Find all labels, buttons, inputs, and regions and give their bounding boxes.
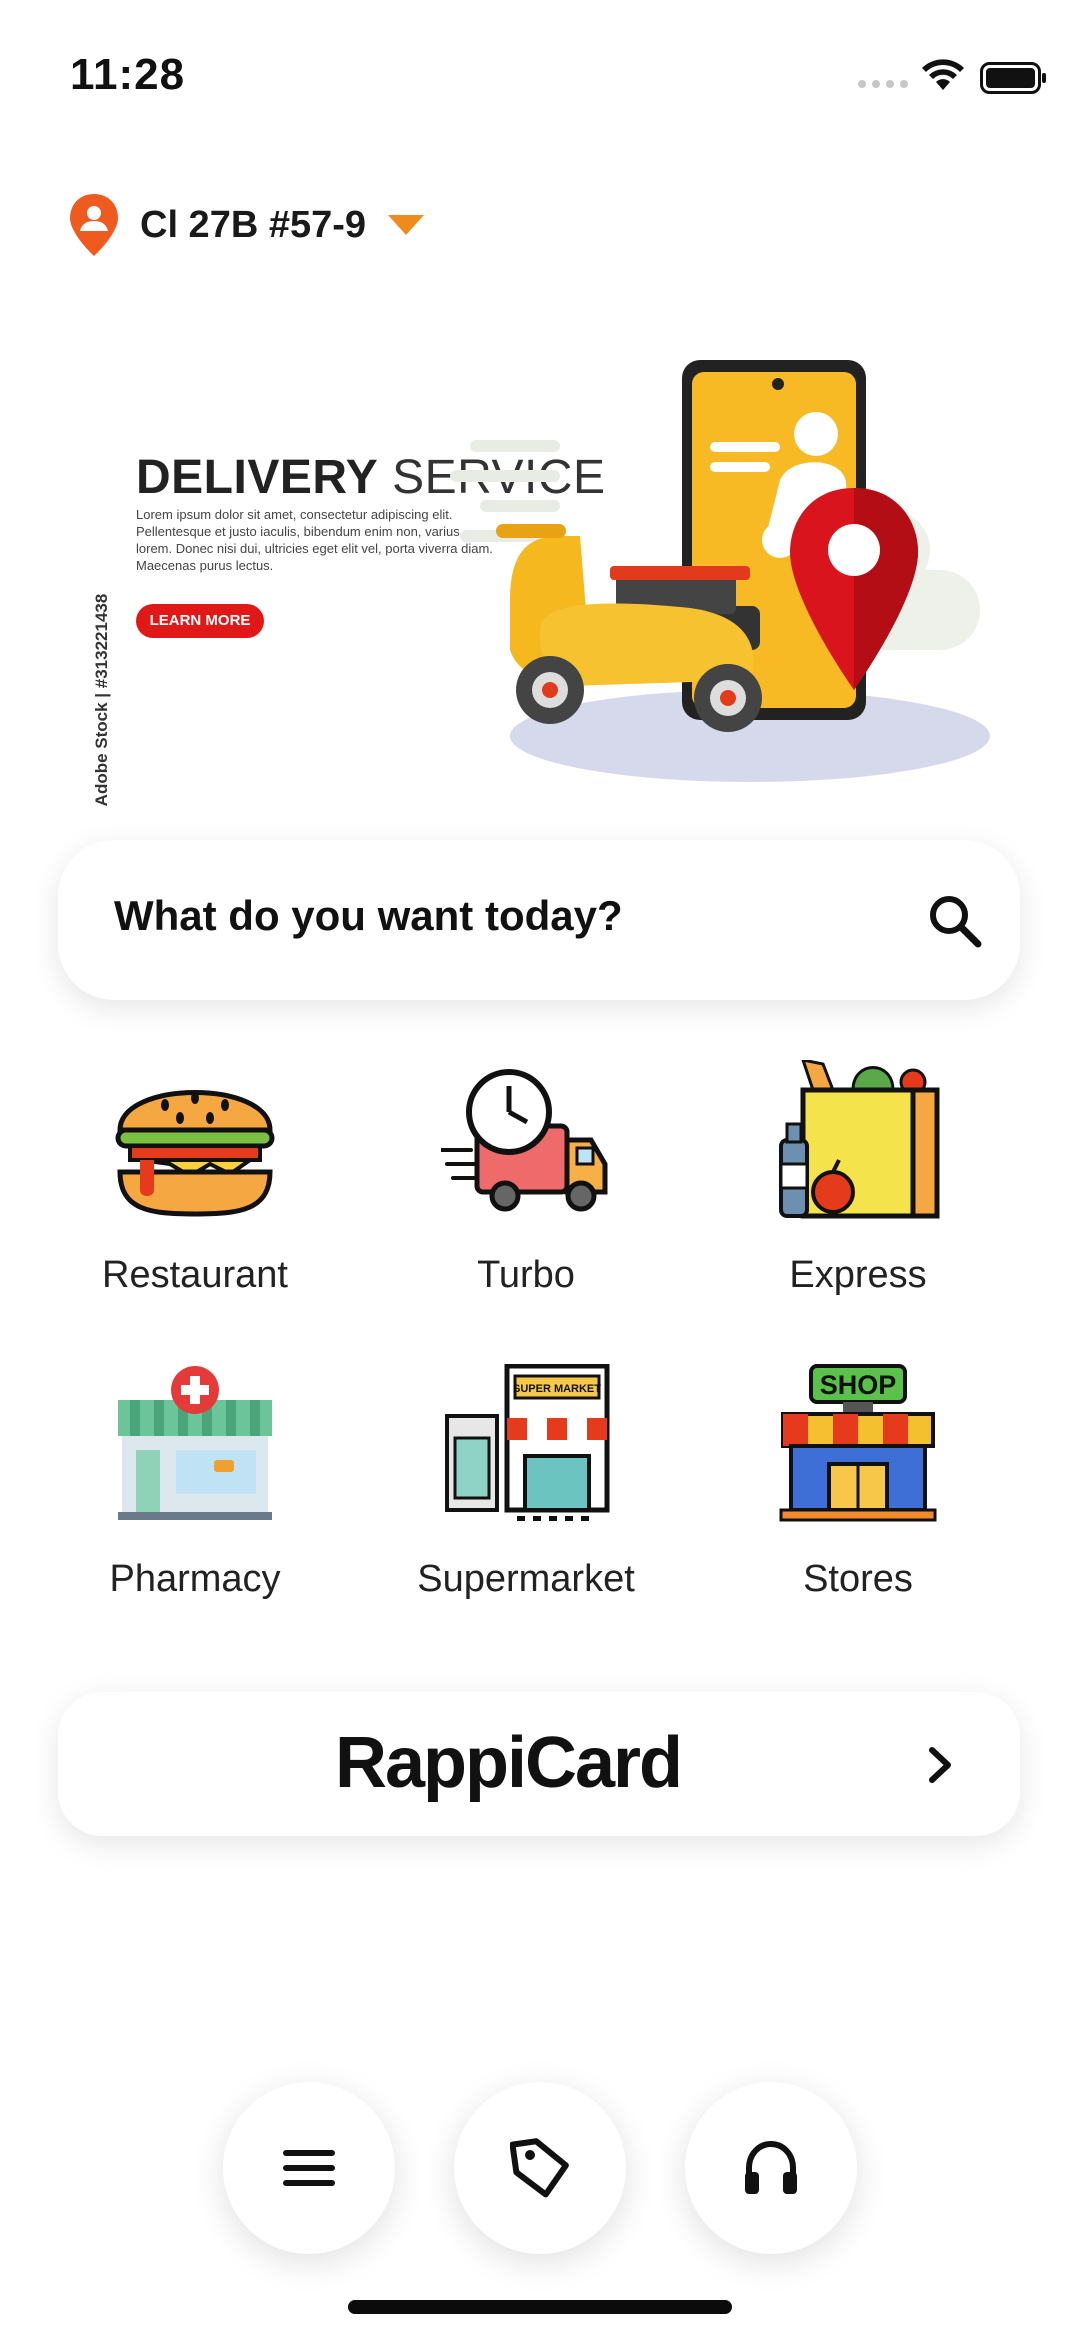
wifi-icon: [922, 59, 964, 90]
location-selector[interactable]: Cl 27B #57-9: [68, 192, 425, 258]
promo-banner[interactable]: DELIVERY SERVICE Lorem ipsum dolor sit a…: [40, 270, 1040, 830]
tag-icon: [510, 2138, 569, 2198]
location-address: Cl 27B #57-9: [140, 203, 367, 246]
delivery-scooter-illustration: [450, 360, 990, 782]
grocery-bag-icon: [779, 1060, 940, 1219]
home-indicator[interactable]: [348, 2300, 732, 2314]
promotions-button[interactable]: [454, 2082, 626, 2254]
category-label: Supermarket: [417, 1558, 635, 1600]
category-turbo[interactable]: Turbo: [376, 1060, 676, 1297]
pharmacy-store-icon: [118, 1366, 272, 1520]
category-restaurant[interactable]: Restaurant: [45, 1060, 345, 1297]
shop-icon: SHOP: [779, 1364, 937, 1522]
rappicard-label: RappiCard: [334, 1723, 683, 1803]
search-input[interactable]: What do you want today?: [114, 892, 623, 940]
category-label: Pharmacy: [109, 1558, 281, 1600]
category-stores[interactable]: SHOP Stores: [708, 1364, 1008, 1601]
status-time: 11:28: [70, 50, 186, 99]
chevron-down-icon: [388, 215, 425, 235]
search-bar[interactable]: What do you want today?: [58, 840, 1020, 1000]
chevron-right-icon: [929, 1747, 951, 1783]
menu-icon: [283, 2150, 335, 2186]
category-express[interactable]: Express: [708, 1060, 1008, 1297]
category-pharmacy[interactable]: Pharmacy: [45, 1364, 345, 1601]
category-supermarket[interactable]: SUPER MARKET Supermarket: [376, 1364, 676, 1601]
banner-body: Lorem ipsum dolor sit amet, consectetur …: [136, 507, 493, 573]
category-label: Stores: [803, 1558, 913, 1600]
supermarket-icon: SUPER MARKET: [445, 1364, 610, 1521]
menu-button[interactable]: [223, 2082, 395, 2254]
svg-text:SUPER MARKET: SUPER MARKET: [513, 1383, 601, 1395]
category-label: Restaurant: [102, 1254, 288, 1296]
battery-icon: [980, 62, 1046, 94]
delivery-truck-clock-icon: [441, 1069, 608, 1212]
status-bar: 11:28: [0, 0, 1080, 150]
cellular-signal-icon: [858, 80, 908, 88]
banner-credit: Adobe Stock | #313221438: [92, 593, 111, 807]
learn-more-button[interactable]: LEARN MORE: [136, 604, 264, 638]
category-label: Turbo: [477, 1254, 575, 1296]
headphones-icon: [745, 2140, 797, 2194]
category-label: Express: [789, 1254, 927, 1296]
support-button[interactable]: [685, 2082, 857, 2254]
location-pin-icon: [70, 194, 118, 256]
rappicard-button[interactable]: RappiCard: [58, 1692, 1020, 1836]
burger-icon: [115, 1090, 275, 1217]
svg-text:SHOP: SHOP: [820, 1370, 897, 1400]
search-icon[interactable]: [926, 892, 984, 950]
